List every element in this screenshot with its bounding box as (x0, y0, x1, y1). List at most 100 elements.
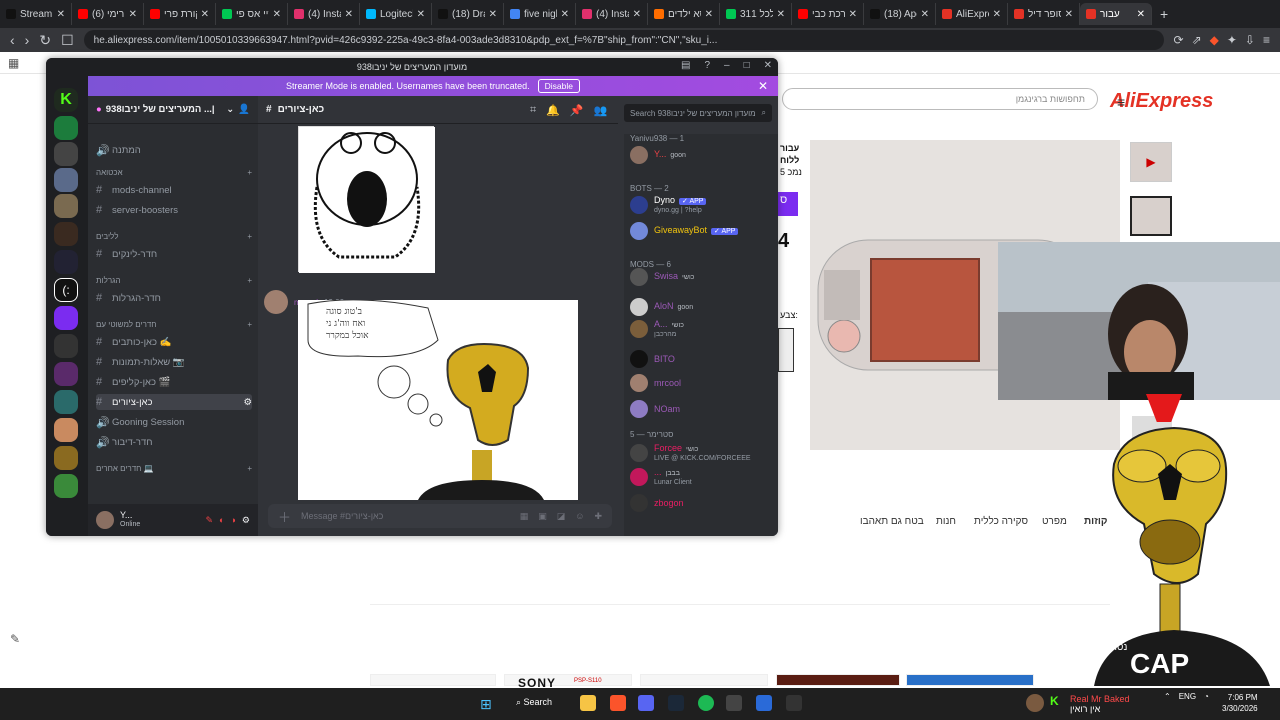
channel-category[interactable]: הגרלות + (96, 274, 252, 286)
tab-close-icon[interactable]: ✕ (273, 9, 281, 20)
avatar[interactable] (264, 290, 288, 314)
browser-tab[interactable]: עבור ✕ (1080, 3, 1152, 25)
server-icon[interactable] (54, 334, 78, 358)
headset-icon[interactable]: ◑ (230, 515, 235, 525)
server-icon[interactable] (54, 306, 78, 330)
browser-tab[interactable]: five nights ✕ (504, 3, 576, 25)
language-indicator[interactable]: ENG (1179, 692, 1196, 701)
steam-icon[interactable] (668, 695, 684, 711)
brave-browser-icon[interactable] (610, 695, 626, 711)
server-icon[interactable] (54, 362, 78, 386)
threads-icon[interactable]: ⌗ (530, 104, 536, 117)
server-icon[interactable] (54, 390, 78, 414)
app-icon[interactable] (756, 695, 772, 711)
server-icon-kick[interactable]: K (54, 88, 78, 112)
tab-close-icon[interactable]: ✕ (1065, 9, 1073, 20)
member-item[interactable]: A... כושי מהרכבן (630, 319, 774, 338)
tab-close-icon[interactable]: ✕ (993, 9, 1001, 20)
inbox-icon[interactable]: ▤ (681, 60, 690, 71)
deafen-icon[interactable]: ◐ (219, 515, 224, 525)
tab-close-icon[interactable]: ✕ (705, 9, 713, 20)
server-icon[interactable] (54, 418, 78, 442)
hamburger-menu-icon[interactable]: ≡ (1117, 94, 1125, 110)
member-item[interactable]: mrcool (630, 374, 774, 392)
bookmark-icon[interactable]: ☐ (61, 32, 74, 49)
message-composer[interactable]: ＋ Message #כאן-ציורים ▦ ▣ ◪ ☺ ✚ (268, 504, 612, 528)
member-item[interactable]: Y... goon (630, 146, 774, 164)
product-thumbnail[interactable] (1130, 196, 1172, 236)
discord-search-input[interactable]: Search מועדון המעריצים של יניבו938 ⌕ (624, 104, 772, 122)
channel-item[interactable]: # כאן-קליפים 🎬 (96, 374, 252, 390)
browser-tab[interactable]: (18) Apex ✕ (864, 3, 936, 25)
pencil-icon[interactable]: ✎ (10, 632, 20, 646)
back-icon[interactable]: ‹ (10, 32, 15, 48)
file-explorer-icon[interactable] (580, 695, 596, 711)
member-item[interactable]: Forcee כושי LIVE @ KICK.COM/FORCEEE (630, 443, 774, 462)
browser-tab[interactable]: AliExpress ✕ (936, 3, 1008, 25)
tab-close-icon[interactable]: ✕ (633, 9, 641, 20)
browser-tab[interactable]: קיי אס פי ✕ (216, 3, 288, 25)
tab-close-icon[interactable]: ✕ (417, 9, 425, 20)
aliexpress-logo[interactable]: AliExpress (1110, 90, 1213, 113)
taskbar-search[interactable]: ⌕ Search (516, 697, 552, 708)
tab-close-icon[interactable]: ✕ (489, 9, 497, 20)
member-item[interactable]: Swisa כושי (630, 268, 774, 286)
tab-close-icon[interactable]: ✕ (57, 9, 65, 20)
member-item[interactable]: GiveawayBot ✓ APP (630, 222, 774, 240)
member-item[interactable]: zbogon (630, 494, 774, 512)
reload-icon[interactable]: ↻ (39, 32, 51, 49)
translate-icon[interactable]: ⟳ (1174, 33, 1184, 47)
new-tab-button[interactable]: + (1152, 6, 1176, 22)
channel-item[interactable]: # חדר-לינקים (96, 246, 252, 262)
close-icon[interactable]: ✕ (758, 79, 768, 93)
browser-tab[interactable]: ערכת כבי ✕ (792, 3, 864, 25)
tab-close-icon[interactable]: ✕ (345, 9, 353, 20)
add-channel-icon[interactable]: + (247, 232, 252, 241)
pin-icon[interactable]: 📌 (570, 104, 584, 117)
channel-settings-icon[interactable]: ⚙ (243, 397, 252, 408)
browser-tab[interactable]: סופר דיל ✕ (1008, 3, 1080, 25)
forward-icon[interactable]: › (25, 32, 30, 48)
member-item[interactable]: BITO (630, 350, 774, 368)
gift-icon[interactable]: ▦ (520, 511, 529, 522)
extension-icon[interactable]: ✦ (1227, 33, 1237, 47)
channel-category[interactable]: חדרים למשוטי עם + (96, 318, 252, 330)
gif-icon[interactable]: ▣ (538, 511, 547, 522)
aliexpress-search-input[interactable]: תחפושות ברגינגמן (782, 88, 1098, 110)
help-icon[interactable]: ? (704, 60, 710, 71)
product-card[interactable] (776, 674, 900, 686)
category-tab[interactable]: בטח גם תאהבו (860, 516, 924, 527)
url-field[interactable]: he.aliexpress.com/item/1005010339663947.… (83, 30, 1164, 50)
channel-item[interactable]: # mods-channel (96, 182, 252, 198)
tab-close-icon[interactable]: ✕ (849, 9, 857, 20)
app-icon[interactable] (726, 695, 742, 711)
product-card[interactable] (370, 674, 496, 686)
add-channel-icon[interactable]: + (247, 320, 252, 329)
tab-close-icon[interactable]: ✕ (921, 9, 929, 20)
channel-item[interactable]: 🔊 המתנה (96, 142, 252, 158)
apps-icon[interactable]: ✚ (594, 511, 602, 522)
product-card[interactable] (640, 674, 768, 686)
browser-tab[interactable]: (6) סטרימי ✕ (72, 3, 144, 25)
browser-tab[interactable]: Stream - X ✕ (0, 3, 72, 25)
chevron-up-icon[interactable]: ⌃ (1164, 692, 1171, 701)
member-item[interactable]: Dyno ✓ APP dyno.gg | ?help (630, 195, 774, 214)
emoji-icon[interactable]: ☺ (575, 511, 584, 521)
tab-close-icon[interactable]: ✕ (1137, 9, 1145, 20)
channel-category[interactable]: אכטואה + (96, 166, 252, 178)
disable-streamer-mode-button[interactable]: Disable (537, 79, 580, 93)
member-item[interactable]: ... בבבן Lunar Client (630, 467, 774, 486)
channel-item[interactable]: 🔊 חדר-דיבור (96, 434, 252, 450)
mute-icon[interactable]: ✎ (206, 515, 214, 526)
taskbar-clock[interactable]: 7:06 PM 3/30/2026 (1222, 692, 1258, 714)
news-avatar[interactable] (1026, 694, 1044, 712)
channel-item[interactable]: # שאלות-תמונות 📷 (96, 354, 252, 370)
add-member-icon[interactable]: 👤 (238, 104, 250, 115)
avatar[interactable] (96, 511, 114, 529)
server-icon[interactable] (54, 250, 78, 274)
server-icon[interactable] (54, 116, 78, 140)
menu-icon[interactable]: ≡ (1263, 33, 1270, 47)
add-attachment-icon[interactable]: ＋ (278, 507, 291, 526)
message-image-attachment[interactable]: ב'טוג סוגה ואח ווה'ג ני אוכל במקרר (298, 300, 578, 500)
channel-item[interactable]: # server-boosters (96, 202, 252, 218)
